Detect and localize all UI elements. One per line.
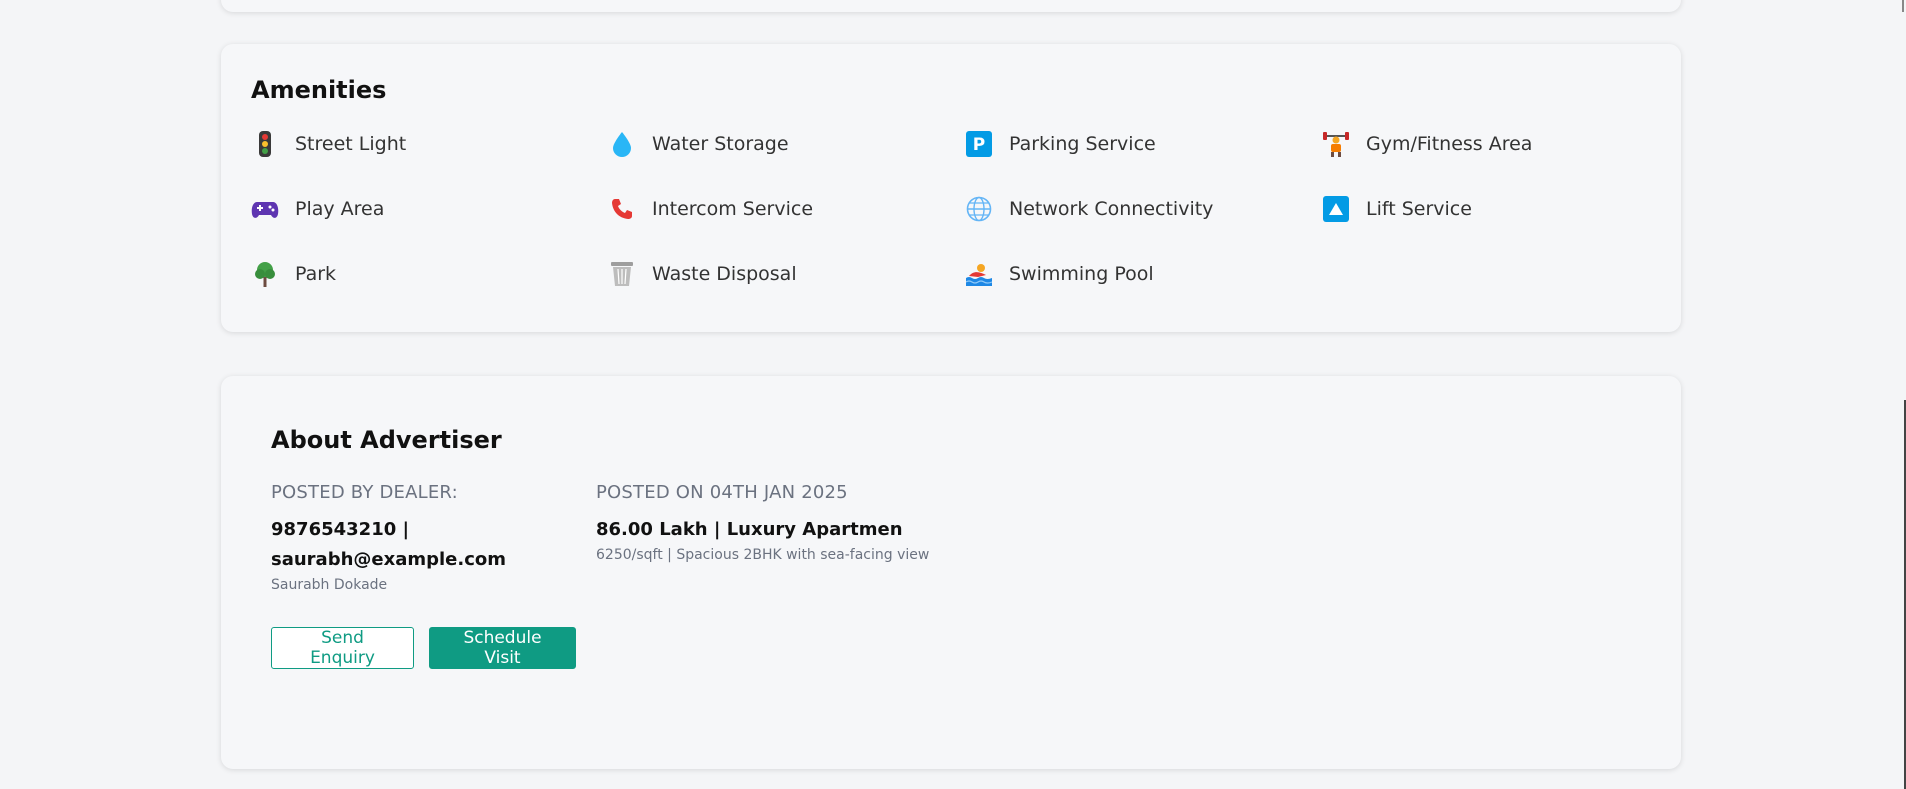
posted-column: POSTED ON 04TH JAN 2025 86.00 Lakh | Lux… xyxy=(596,482,996,593)
amenity-gym: Gym/Fitness Area xyxy=(1322,129,1679,159)
price-subtitle: 6250/sqft | Spacious 2BHK with sea-facin… xyxy=(596,547,930,563)
about-details: POSTED BY DEALER: 9876543210 | saurabh@e… xyxy=(271,482,1631,593)
swimmer-icon xyxy=(965,260,993,288)
amenity-parking-service: P Parking Service xyxy=(965,129,1322,159)
dealer-email: saurabh@example.com xyxy=(271,549,507,570)
water-drop-icon xyxy=(608,130,636,158)
svg-text:P: P xyxy=(973,135,985,155)
amenity-street-light: Street Light xyxy=(251,129,608,159)
amenities-card: Amenities Street Light Water Storage P P… xyxy=(221,44,1681,332)
traffic-light-icon xyxy=(251,130,279,158)
tree-icon xyxy=(251,260,279,288)
telephone-icon xyxy=(608,195,636,223)
amenity-intercom-service: Intercom Service xyxy=(608,194,965,224)
previous-section-card xyxy=(221,0,1681,12)
amenity-swimming-pool: Swimming Pool xyxy=(965,259,1322,289)
wastebasket-icon xyxy=(608,260,636,288)
send-enquiry-button[interactable]: Send Enquiry xyxy=(271,627,414,669)
action-buttons: Send Enquiry Schedule Visit xyxy=(271,627,1631,669)
about-advertiser-title: About Advertiser xyxy=(271,426,502,454)
dealer-phone: 9876543210 | xyxy=(271,519,410,540)
globe-icon xyxy=(965,195,993,223)
parking-icon: P xyxy=(965,130,993,158)
amenities-grid: Street Light Water Storage P Parking Ser… xyxy=(251,129,1651,324)
game-controller-icon xyxy=(251,195,279,223)
dealer-contact: 9876543210 | saurabh@example.com xyxy=(271,515,596,575)
price-title: 86.00 Lakh | Luxury Apartmen xyxy=(596,519,903,540)
about-advertiser-card: About Advertiser POSTED BY DEALER: 98765… xyxy=(221,376,1681,769)
scroll-indicator xyxy=(1902,0,1904,12)
amenities-title: Amenities xyxy=(251,76,387,104)
weightlifter-icon xyxy=(1322,130,1350,158)
dealer-column: POSTED BY DEALER: 9876543210 | saurabh@e… xyxy=(271,482,596,593)
amenity-water-storage: Water Storage xyxy=(608,129,965,159)
amenity-lift-service: Lift Service xyxy=(1322,194,1679,224)
dealer-label: POSTED BY DEALER: xyxy=(271,482,458,503)
amenity-network-connectivity: Network Connectivity xyxy=(965,194,1322,224)
dealer-name: Saurabh Dokade xyxy=(271,577,388,593)
posted-date-label: POSTED ON 04TH JAN 2025 xyxy=(596,482,848,503)
schedule-visit-button[interactable]: Schedule Visit xyxy=(429,627,576,669)
amenity-park: Park xyxy=(251,259,608,289)
amenity-play-area: Play Area xyxy=(251,194,608,224)
amenity-waste-disposal: Waste Disposal xyxy=(608,259,965,289)
up-arrow-icon xyxy=(1322,195,1350,223)
